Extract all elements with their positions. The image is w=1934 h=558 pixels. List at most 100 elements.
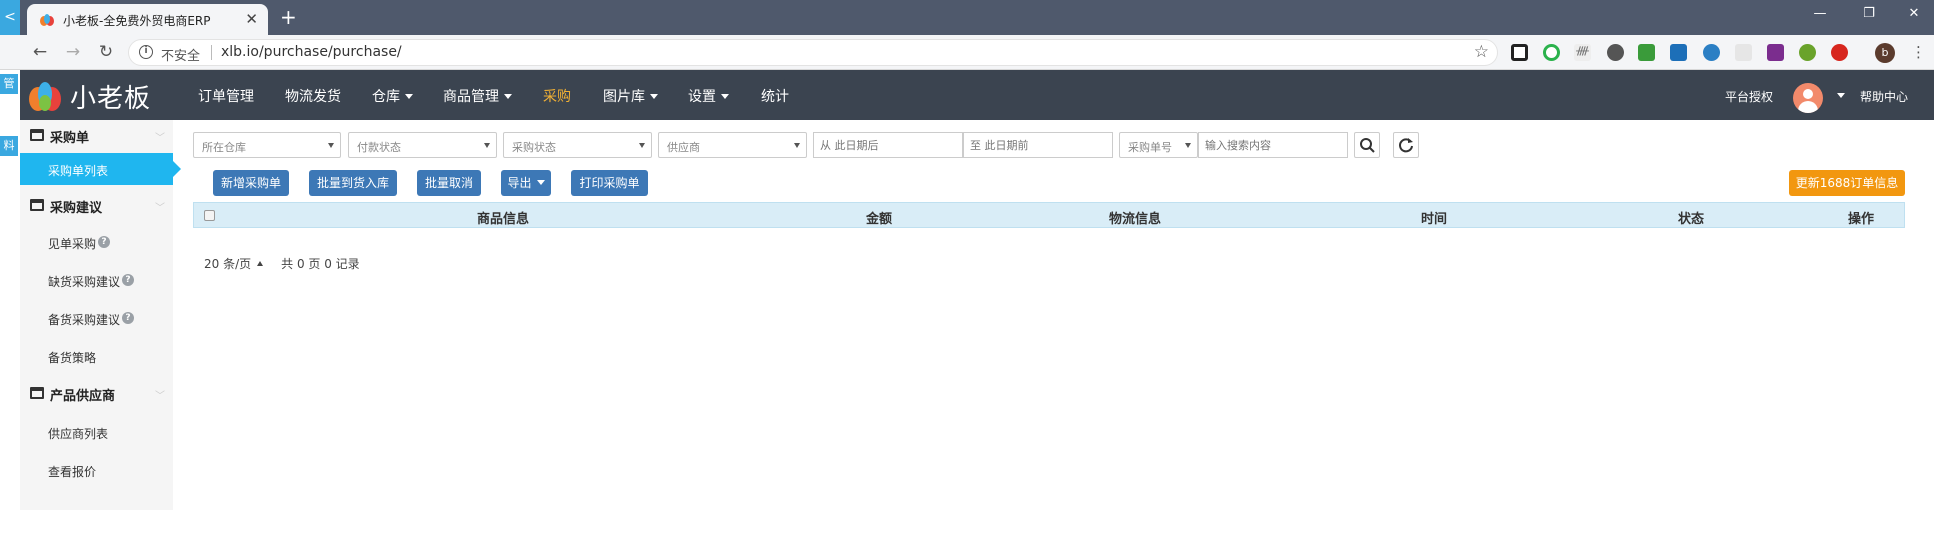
sidebar-item-stocking-strategy[interactable]: 备货策略 — [20, 340, 173, 372]
edge-tag-manage[interactable]: 管 — [0, 74, 18, 94]
qr-extension-icon[interactable] — [1511, 44, 1528, 61]
search-field-select[interactable]: 采购单号 — [1119, 132, 1198, 158]
site-info-icon[interactable]: i — [139, 45, 153, 59]
blue-extension-icon[interactable] — [1670, 44, 1687, 61]
search-field-value: 采购单号 — [1128, 141, 1172, 154]
profile-avatar[interactable]: b — [1875, 43, 1895, 63]
minimize-icon[interactable]: — — [1806, 6, 1834, 21]
browser-menu-icon[interactable]: ⋮ — [1910, 44, 1927, 61]
red-extension-icon[interactable] — [1831, 44, 1848, 61]
help-icon[interactable]: ? — [122, 312, 135, 324]
lime-extension-icon[interactable] — [1799, 44, 1816, 61]
column-header-time[interactable]: 时间 — [1421, 208, 1447, 227]
menu-orders[interactable]: 订单管理 — [198, 86, 254, 106]
browser-tab-bar: < 小老板-全免费外贸电商ERP ✕ + — ❐ ✕ — [0, 0, 1934, 35]
new-purchase-order-button[interactable]: 新增采购单 — [213, 170, 289, 196]
help-icon[interactable]: ? — [98, 236, 111, 248]
update-1688-button[interactable]: 更新1688订单信息 — [1789, 170, 1905, 196]
sidebar-item-shortage-suggestion[interactable]: 缺货采购建议? — [20, 264, 173, 296]
search-button[interactable] — [1354, 132, 1380, 158]
page-size-select[interactable]: 20 条/页 — [204, 257, 251, 271]
close-tab-icon[interactable]: ✕ — [245, 10, 258, 28]
gear-extension-icon[interactable] — [1607, 44, 1624, 61]
browser-tab[interactable]: 小老板-全免费外贸电商ERP ✕ — [27, 4, 268, 35]
chevron-down-icon — [650, 94, 658, 99]
export-label: 导出 — [507, 176, 532, 190]
platform-auth-link[interactable]: 平台授权 — [1725, 88, 1773, 105]
forward-icon[interactable]: → — [62, 41, 84, 63]
date-from-field[interactable] — [814, 133, 962, 157]
sidebar-item-label: 见单采购? — [48, 235, 111, 252]
batch-cancel-button[interactable]: 批量取消 — [417, 170, 481, 196]
search-field[interactable] — [1199, 133, 1347, 157]
search-input[interactable] — [1198, 132, 1348, 158]
menu-statistics[interactable]: 统计 — [761, 86, 789, 106]
network-extension-icon[interactable] — [1703, 44, 1720, 61]
erp-extension-icon[interactable] — [1767, 44, 1784, 61]
grey-extension-icon[interactable] — [1735, 44, 1752, 61]
green-extension-icon[interactable] — [1543, 44, 1560, 61]
menu-shipping[interactable]: 物流发货 — [285, 86, 341, 106]
bookmark-star-icon[interactable]: ☆ — [1474, 42, 1489, 62]
menu-image-library[interactable]: 图片库 — [603, 86, 658, 106]
menu-settings[interactable]: 设置 — [688, 86, 729, 106]
help-center-link[interactable]: 帮助中心 — [1860, 88, 1908, 105]
address-url[interactable]: xlb.io/purchase/purchase/ — [221, 44, 402, 60]
window-close-icon[interactable]: ✕ — [1900, 6, 1928, 21]
restore-icon[interactable]: ❐ — [1855, 6, 1883, 21]
supplier-select[interactable]: 供应商 — [658, 132, 807, 158]
date-to-input[interactable] — [963, 132, 1113, 158]
date-from-input[interactable] — [813, 132, 963, 158]
chevron-down-icon: ﹀ — [155, 133, 165, 144]
sidebar-item-order-based-purchase[interactable]: 见单采购? — [20, 226, 173, 258]
menu-warehouse[interactable]: 仓库 — [372, 86, 413, 106]
reload-icon[interactable]: ↻ — [95, 41, 117, 63]
date-to-field[interactable] — [964, 133, 1112, 157]
export-button[interactable]: 导出 — [501, 170, 551, 196]
edge-tag-material[interactable]: 料 — [0, 136, 18, 156]
warehouse-select-value: 所在仓库 — [202, 141, 246, 154]
sidebar-group-label: 采购建议 — [50, 201, 103, 216]
chevron-down-icon — [405, 94, 413, 99]
warehouse-select[interactable]: 所在仓库 — [193, 132, 341, 158]
sidebar-group-purchase-suggestions[interactable]: 采购建议 ﹀ — [20, 190, 173, 222]
batch-receive-button[interactable]: 批量到货入库 — [309, 170, 397, 196]
user-avatar[interactable] — [1793, 83, 1823, 113]
sidebar-item-purchase-order-list[interactable]: 采购单列表 — [20, 153, 181, 185]
menu-purchase[interactable]: 采购 — [543, 86, 571, 106]
card-icon — [30, 199, 44, 211]
column-header-amount[interactable]: 金额 — [866, 208, 892, 227]
back-icon[interactable]: ← — [29, 41, 51, 63]
column-header-product[interactable]: 商品信息 — [477, 208, 529, 227]
payment-status-select[interactable]: 付款状态 — [348, 132, 497, 158]
menu-products[interactable]: 商品管理 — [443, 86, 512, 106]
sidebar-item-stocking-suggestion[interactable]: 备货采购建议? — [20, 302, 173, 334]
chevron-down-icon — [639, 143, 645, 148]
column-header-status[interactable]: 状态 — [1678, 208, 1704, 227]
sidebar-item-view-quotes[interactable]: 查看报价 — [20, 454, 173, 486]
sidebar-item-supplier-list[interactable]: 供应商列表 — [20, 416, 173, 448]
chevron-up-icon[interactable] — [257, 261, 264, 266]
sidebar-group-suppliers[interactable]: 产品供应商 ﹀ — [20, 378, 173, 410]
side-panel-toggle[interactable]: < — [0, 0, 20, 35]
column-header-actions[interactable]: 操作 — [1848, 208, 1874, 227]
column-header-logistics[interactable]: 物流信息 — [1109, 208, 1161, 227]
select-all-checkbox[interactable] — [204, 210, 215, 221]
page-summary: 共 0 页 0 记录 — [281, 257, 360, 271]
refresh-button[interactable] — [1393, 132, 1419, 158]
address-bar[interactable]: i 不安全 xlb.io/purchase/purchase/ ☆ — [128, 39, 1498, 66]
sidebar-item-label: 备货策略 — [48, 351, 97, 365]
tree-extension-icon[interactable]: ᚎ — [1574, 44, 1591, 61]
sidebar-item-label: 供应商列表 — [48, 427, 109, 441]
user-menu-chevron[interactable] — [1832, 88, 1845, 104]
chevron-down-icon — [536, 180, 545, 185]
logo-text[interactable]: 小老板 — [70, 78, 151, 115]
print-purchase-order-button[interactable]: 打印采购单 — [571, 170, 648, 196]
new-tab-icon[interactable]: + — [280, 5, 297, 29]
leaf-extension-icon[interactable] — [1638, 44, 1655, 61]
purchase-status-select[interactable]: 采购状态 — [503, 132, 652, 158]
help-icon[interactable]: ? — [122, 274, 135, 286]
sidebar-group-purchase-orders[interactable]: 采购单 ﹀ — [20, 120, 173, 152]
sidebar-group-label: 采购单 — [50, 131, 90, 146]
sidebar: 采购单 ﹀ 采购单列表 采购建议 ﹀ 见单采购? 缺货采购建议? 备货采购建议?… — [20, 120, 181, 510]
